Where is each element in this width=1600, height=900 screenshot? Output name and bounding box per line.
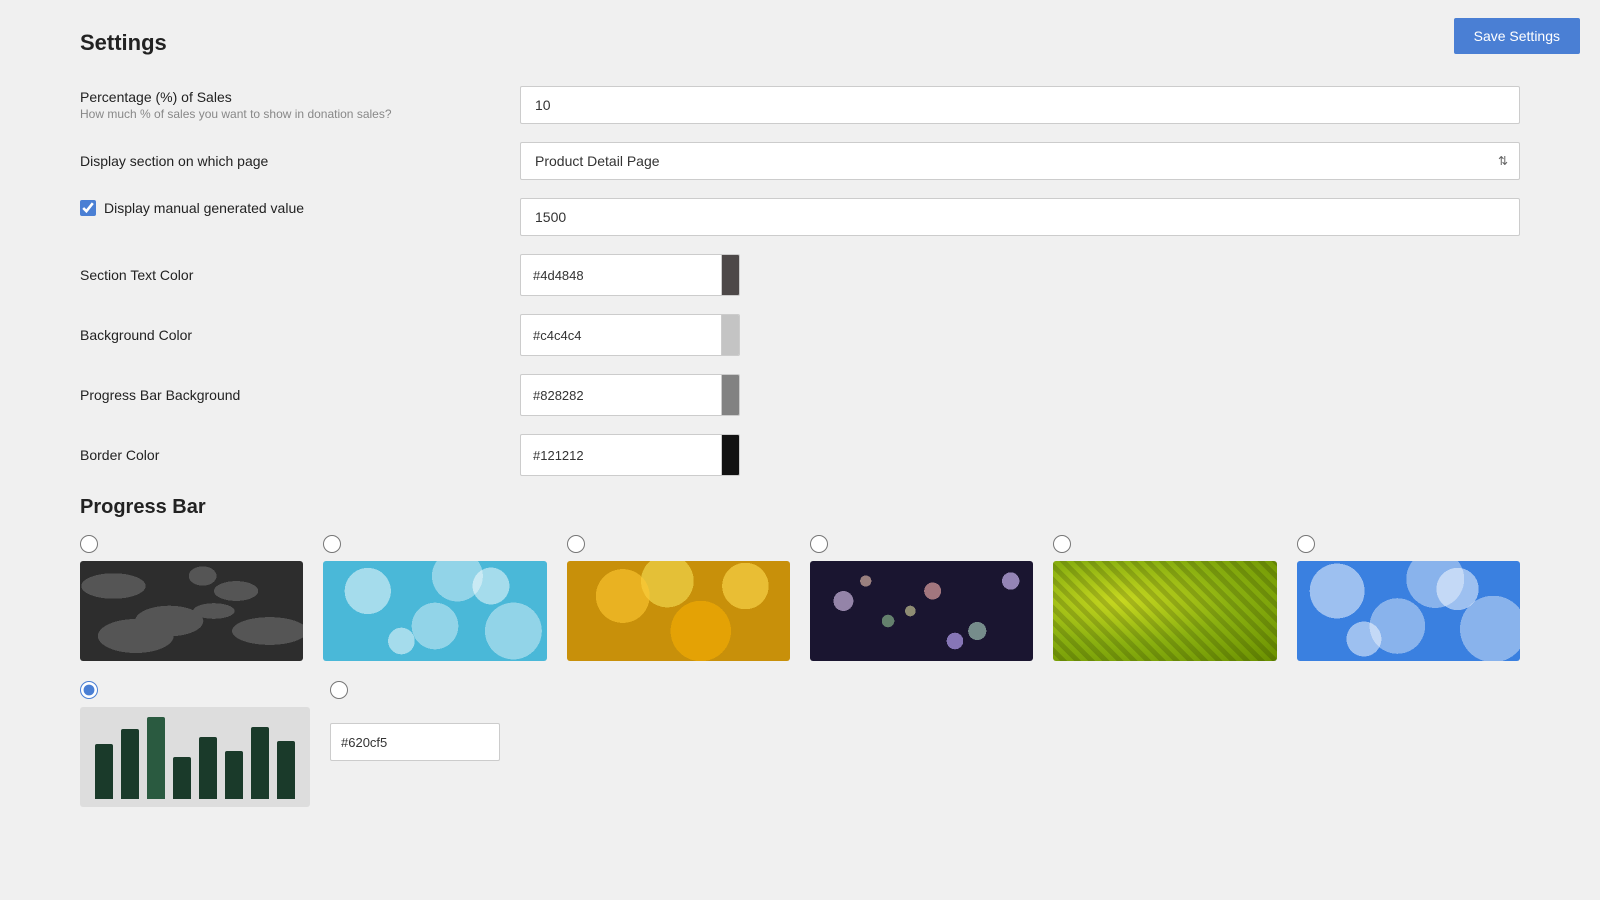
progress-bar-radio-1[interactable] [80, 535, 98, 553]
border-color-input[interactable] [521, 438, 721, 473]
background-color-group [520, 314, 740, 356]
background-color-swatch[interactable] [721, 315, 740, 355]
percentage-sales-main-label: Percentage (%) of Sales [80, 89, 520, 105]
progress-bar-bg-input[interactable] [521, 378, 721, 413]
section-text-color-swatch[interactable] [721, 255, 740, 295]
bar-7 [251, 727, 269, 799]
bar-1 [95, 744, 113, 799]
background-color-row: Background Color [80, 314, 1520, 356]
bar-4 [173, 757, 191, 799]
progress-bar-radio-8[interactable] [330, 681, 348, 699]
progress-bar-bg-main-label: Progress Bar Background [80, 387, 520, 403]
percentage-sales-row: Percentage (%) of Sales How much % of sa… [80, 86, 1520, 124]
section-text-color-main-label: Section Text Color [80, 267, 520, 283]
percentage-sales-control [520, 86, 1520, 124]
percentage-sales-sub-label: How much % of sales you want to show in … [80, 107, 520, 121]
progress-bar-section-title: Progress Bar [80, 496, 1520, 519]
background-color-input[interactable] [521, 318, 721, 353]
bar-5 [199, 737, 217, 799]
progress-bar-bg-swatch[interactable] [721, 375, 740, 415]
manual-generated-label: Display manual generated value [80, 200, 520, 234]
section-text-color-control [520, 254, 1520, 296]
progress-bar-radio-6[interactable] [1297, 535, 1315, 553]
settings-section: Percentage (%) of Sales How much % of sa… [80, 86, 1520, 476]
border-color-label: Border Color [80, 447, 520, 463]
manual-generated-main-label: Display manual generated value [104, 200, 304, 216]
section-text-color-input[interactable] [521, 258, 721, 293]
bar-6 [225, 751, 243, 799]
display-section-main-label: Display section on which page [80, 153, 520, 169]
display-section-row: Display section on which page Product De… [80, 142, 1520, 180]
progress-bar-image-4[interactable] [810, 561, 1033, 661]
progress-bar-radio-2[interactable] [323, 535, 341, 553]
progress-bar-bg-label: Progress Bar Background [80, 387, 520, 403]
background-color-main-label: Background Color [80, 327, 520, 343]
custom-color-group [330, 723, 500, 761]
progress-bar-bg-control [520, 374, 1520, 416]
manual-generated-checkbox-row: Display manual generated value [80, 200, 520, 216]
bar-8 [277, 741, 295, 799]
progress-bar-radio-4[interactable] [810, 535, 828, 553]
percentage-sales-input[interactable] [520, 86, 1520, 124]
progress-bar-image-3[interactable] [567, 561, 790, 661]
save-settings-button[interactable]: Save Settings [1454, 18, 1580, 54]
progress-bar-item-8 [330, 681, 552, 807]
progress-bar-item-2 [323, 535, 546, 661]
progress-bar-item-7 [80, 681, 310, 807]
manual-generated-checkbox[interactable] [80, 200, 96, 216]
background-color-control [520, 314, 1520, 356]
manual-generated-control [520, 198, 1520, 236]
border-color-row: Border Color [80, 434, 1520, 476]
border-color-group [520, 434, 740, 476]
progress-bar-item-3 [567, 535, 790, 661]
bar-2 [121, 729, 139, 799]
display-section-select-wrapper: Product Detail Page Home Page Cart Page [520, 142, 1520, 180]
progress-bar-grid-row1 [80, 535, 1520, 661]
progress-bar-image-2[interactable] [323, 561, 546, 661]
progress-bar-radio-5[interactable] [1053, 535, 1071, 553]
section-text-color-group [520, 254, 740, 296]
progress-bar-item-5 [1053, 535, 1276, 661]
progress-bar-radio-7[interactable] [80, 681, 98, 699]
percentage-sales-label: Percentage (%) of Sales How much % of sa… [80, 89, 520, 121]
background-color-label: Background Color [80, 327, 520, 343]
progress-bar-item-6 [1297, 535, 1520, 661]
page-title: Settings [80, 30, 1520, 56]
manual-generated-row: Display manual generated value [80, 198, 1520, 236]
display-section-control: Product Detail Page Home Page Cart Page [520, 142, 1520, 180]
progress-bar-bg-row: Progress Bar Background [80, 374, 1520, 416]
section-text-color-label: Section Text Color [80, 267, 520, 283]
progress-bar-image-1[interactable] [80, 561, 303, 661]
progress-bar-image-6[interactable] [1297, 561, 1520, 661]
progress-bar-bg-group [520, 374, 740, 416]
progress-bar-grid-row2 [80, 681, 1520, 807]
progress-bar-radio-3[interactable] [567, 535, 585, 553]
bar-3 [147, 717, 165, 799]
section-text-color-row: Section Text Color [80, 254, 1520, 296]
bar-chart-preview[interactable] [80, 707, 310, 807]
progress-bar-item-1 [80, 535, 303, 661]
border-color-main-label: Border Color [80, 447, 520, 463]
progress-bar-item-4 [810, 535, 1033, 661]
page-wrapper: Save Settings Settings Percentage (%) of… [0, 0, 1600, 900]
border-color-control [520, 434, 1520, 476]
display-section-label: Display section on which page [80, 153, 520, 169]
progress-bar-image-5[interactable] [1053, 561, 1276, 661]
display-section-select[interactable]: Product Detail Page Home Page Cart Page [520, 142, 1520, 180]
border-color-swatch[interactable] [721, 435, 740, 475]
manual-generated-input[interactable] [520, 198, 1520, 236]
custom-color-input[interactable] [331, 727, 500, 758]
